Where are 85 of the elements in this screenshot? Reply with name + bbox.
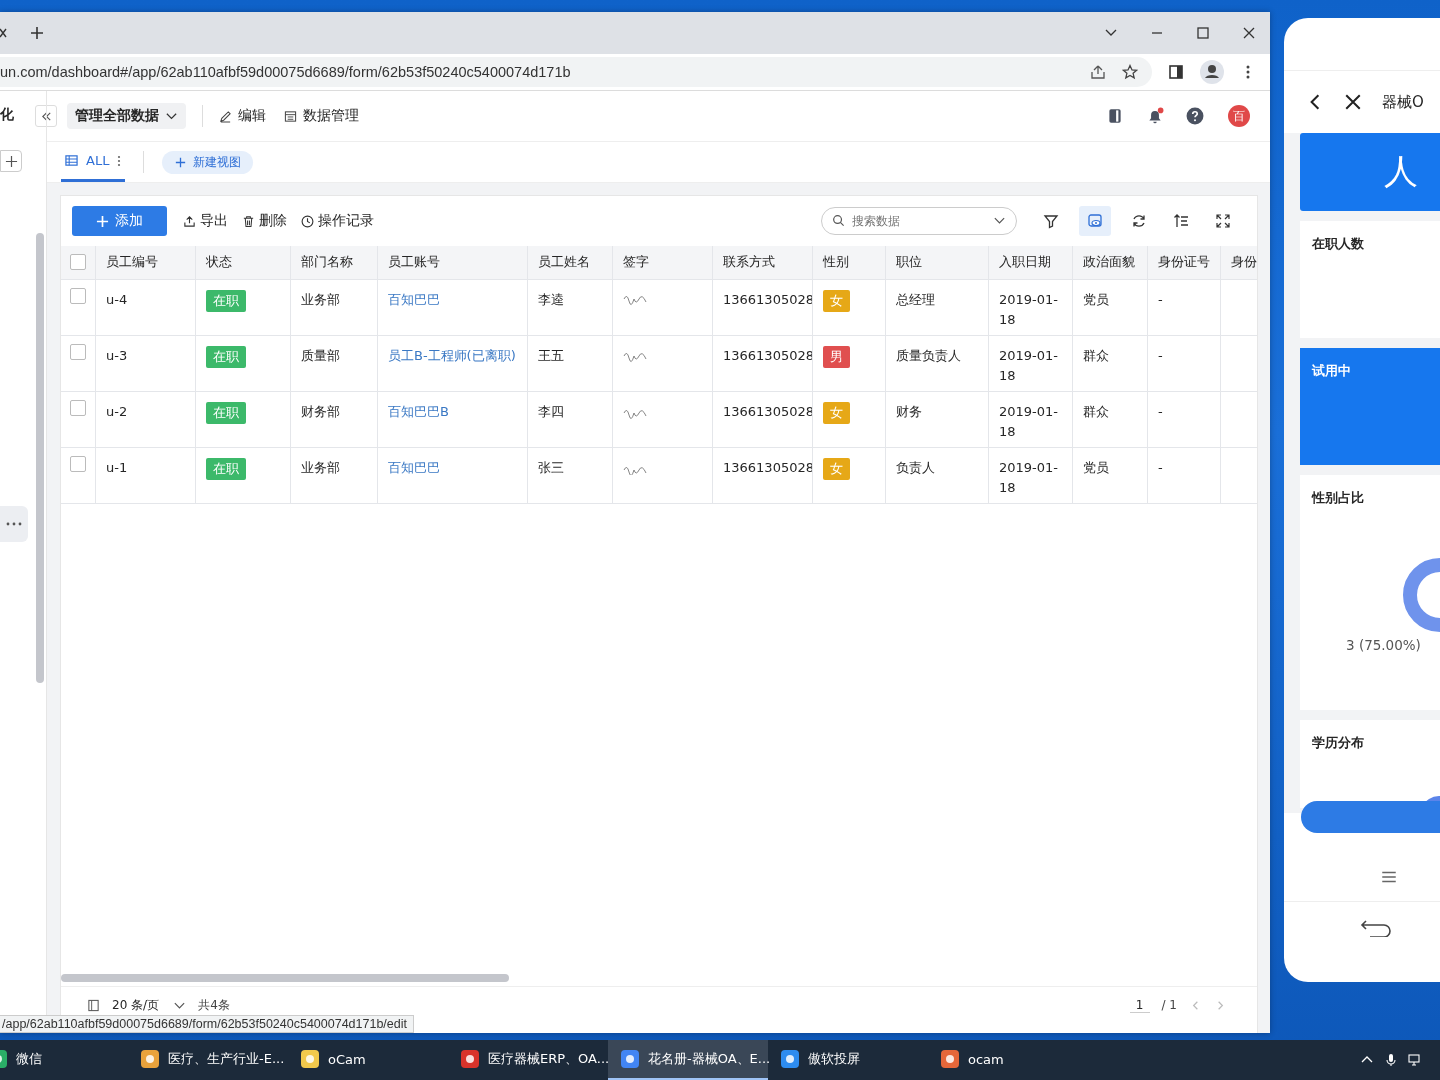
status-tag: 在职 (206, 458, 246, 480)
column-header[interactable]: 状态 (196, 246, 291, 279)
banner-title: 人 (1384, 150, 1418, 193)
table-cell: 负责人 (886, 448, 989, 503)
taskbar-item[interactable]: 花名册-器械OA、E... (608, 1040, 768, 1080)
page-size-dropdown[interactable]: 20 条/页 (112, 996, 187, 1014)
table-cell: 2019-01-18 (989, 336, 1073, 391)
table-cell: 张三 (528, 448, 613, 503)
table-cell: 总经理 (886, 280, 989, 335)
table-cell: - (1148, 448, 1221, 503)
account-link[interactable]: 百知巴巴 (388, 460, 440, 475)
column-header[interactable]: 员工姓名 (528, 246, 613, 279)
gender-tag: 女 (823, 290, 850, 312)
card-title: 性别占比 (1312, 490, 1364, 505)
column-header[interactable]: 身份证号 (1148, 246, 1221, 279)
column-header[interactable]: 员工账号 (378, 246, 528, 279)
column-header[interactable]: 员工编号 (96, 246, 196, 279)
search-field[interactable]: 搜索数据 (821, 207, 1017, 235)
taskbar-item[interactable]: ocam (928, 1040, 1088, 1080)
scope-dropdown[interactable]: 管理全部数据 (67, 103, 186, 129)
table-cell: 2019-01-18 (989, 392, 1073, 447)
export-button[interactable]: 导出 (183, 212, 228, 230)
taskbar-item[interactable]: 傲软投屏 (768, 1040, 928, 1080)
status-tag: 在职 (206, 346, 246, 368)
column-header[interactable]: 身份 (1221, 246, 1257, 279)
column-header[interactable]: 职位 (886, 246, 989, 279)
table-cell: - (1148, 392, 1221, 447)
address-bar[interactable]: un.com/dashboard#/app/62ab110afbf59d00075d6689/form/62b53f50240c5400074d171b (0, 57, 1152, 87)
table-cell: - (1148, 280, 1221, 335)
column-header[interactable]: 政治面貌 (1073, 246, 1148, 279)
card-title: 学历分布 (1312, 735, 1364, 750)
table-cell: 群众 (1073, 336, 1148, 391)
table-cell: - (1148, 336, 1221, 391)
table-cell: u-2 (96, 392, 196, 447)
table-cell: 李逵 (528, 280, 613, 335)
new-view-button[interactable]: 新建视图 (162, 150, 254, 174)
gender-tag: 男 (823, 346, 850, 368)
account-link[interactable]: 百知巴巴B (388, 404, 449, 419)
page-count: / 1 (1161, 998, 1177, 1012)
data-management-button[interactable]: 数据管理 (284, 107, 359, 125)
table-cell: 李四 (528, 392, 613, 447)
column-header[interactable]: 联系方式 (713, 246, 813, 279)
taskbar-item[interactable]: oCam (288, 1040, 448, 1080)
page-title: 器械O (1382, 92, 1424, 112)
page-input[interactable]: 1 (1129, 997, 1150, 1013)
table-cell: 业务部 (291, 280, 378, 335)
history-button[interactable]: 操作记录 (301, 212, 374, 230)
column-header[interactable]: 性别 (813, 246, 886, 279)
taskbar-item[interactable]: 医疗器械ERP、OA... (448, 1040, 608, 1080)
app-title: 化 (0, 106, 14, 124)
account-link[interactable]: 员工B-工程师(已离职) (388, 348, 516, 363)
table-cell: u-3 (96, 336, 196, 391)
table-cell: 财务部 (291, 392, 378, 447)
user-avatar[interactable]: 百 (1228, 105, 1250, 127)
table-cell: 群众 (1073, 392, 1148, 447)
status-tag: 在职 (206, 290, 246, 312)
table-cell: 党员 (1073, 448, 1148, 503)
table-cell: 质量部 (291, 336, 378, 391)
table-cell: u-1 (96, 448, 196, 503)
table-cell: 2019-01-18 (989, 448, 1073, 503)
table-cell: 财务 (886, 392, 989, 447)
card-title: 试用中 (1312, 363, 1351, 378)
chart-label: 3 (75.00%) (1346, 637, 1421, 653)
table-cell: 2019-01-18 (989, 280, 1073, 335)
total-count: 共4条 (198, 996, 230, 1014)
status-url: /app/62ab110afbf59d00075d6689/form/62b53f50240c5400074d171b/edit (0, 1015, 414, 1033)
gender-tag: 女 (823, 458, 850, 480)
table-cell: 业务部 (291, 448, 378, 503)
status-tag: 在职 (206, 402, 246, 424)
table-cell: 王五 (528, 336, 613, 391)
gender-tag: 女 (823, 402, 850, 424)
card-title: 在职人数 (1312, 236, 1364, 251)
table-cell: u-4 (96, 280, 196, 335)
table-cell: 党员 (1073, 280, 1148, 335)
taskbar-item[interactable]: 医疗、生产行业-E... (128, 1040, 288, 1080)
add-button[interactable]: 添加 (72, 206, 167, 236)
url-text: un.com/dashboard#/app/62ab110afbf59d00075d6689/form/62b53f50240c5400074d171b (0, 64, 572, 80)
edit-button[interactable]: 编辑 (219, 107, 266, 125)
delete-button[interactable]: 删除 (242, 212, 287, 230)
column-header[interactable]: 签字 (613, 246, 713, 279)
taskbar-item[interactable]: 微信 (0, 1040, 128, 1080)
table-cell: 质量负责人 (886, 336, 989, 391)
column-header[interactable]: 入职日期 (989, 246, 1073, 279)
account-link[interactable]: 百知巴巴 (388, 292, 440, 307)
column-header[interactable]: 部门名称 (291, 246, 378, 279)
